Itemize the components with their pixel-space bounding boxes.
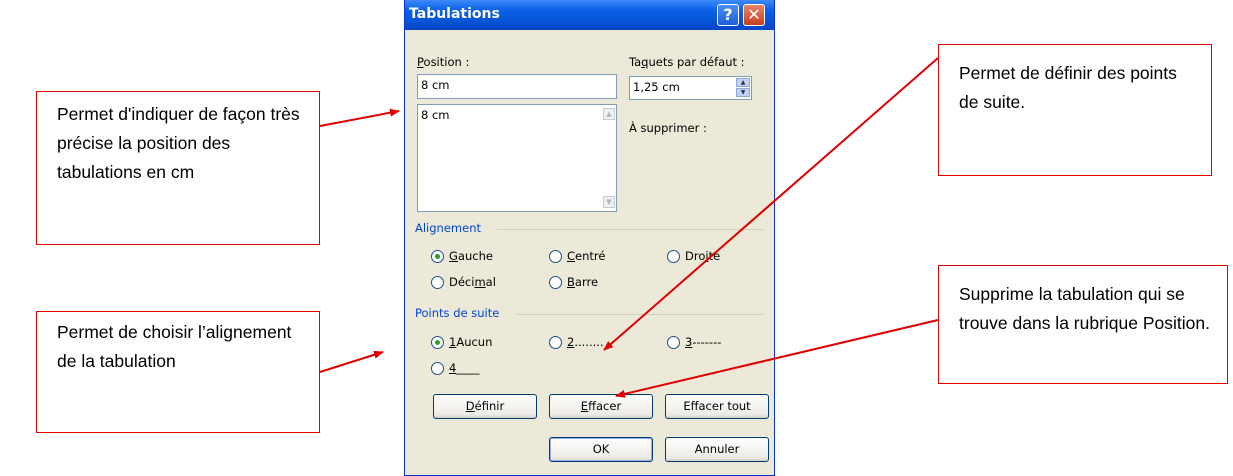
callout-clear-help: Supprime la tabulation qui se trouve dan… (938, 265, 1228, 384)
radio-leader-underline[interactable]: 4 ____ (431, 361, 479, 375)
spin-up-icon[interactable]: ▲ (736, 78, 750, 87)
title-bar[interactable]: Tabulations ? ✕ (405, 0, 774, 30)
arrow-to-position-field (319, 108, 400, 127)
cancel-button[interactable]: Annuler (665, 437, 769, 462)
position-label: Position : (417, 55, 470, 69)
callout-position-help: Permet d'indiquer de façon très précise … (36, 91, 320, 245)
arrow-to-alignment-group (319, 350, 384, 373)
group-divider (517, 314, 763, 315)
radio-align-decimal[interactable]: Déci m al (431, 275, 496, 289)
leader-group-title: Points de suite (415, 306, 500, 320)
tabulations-dialog: Tabulations ? ✕ Position : 8 cm 8 cm ▲ ▼… (404, 0, 775, 476)
alignment-group-title: Alignement (415, 221, 481, 235)
radio-align-left[interactable]: Gauche (431, 249, 493, 263)
group-divider (497, 229, 763, 230)
scroll-down-icon[interactable]: ▼ (603, 196, 615, 208)
spin-down-icon[interactable]: ▼ (736, 88, 750, 97)
default-stops-input[interactable]: 1,25 cm ▲ ▼ (629, 76, 752, 100)
radio-align-bar[interactable]: Barre (549, 275, 598, 289)
ok-button[interactable]: OK (549, 437, 653, 462)
radio-selected-icon (431, 249, 444, 263)
radio-leader-dots[interactable]: 2 ........ (549, 335, 604, 349)
callout-leader-help: Permet de définir des points de suite. (938, 44, 1212, 176)
default-stops-label: Taquets par défaut : (629, 55, 745, 69)
close-icon: ✕ (747, 5, 761, 24)
radio-align-right[interactable]: Dro i te (667, 249, 720, 263)
radio-selected-icon (431, 335, 444, 349)
scroll-up-icon[interactable]: ▲ (603, 108, 615, 120)
list-item[interactable]: 8 cm (421, 108, 450, 122)
close-button[interactable]: ✕ (743, 4, 765, 26)
to-clear-label: À supprimer : (629, 121, 707, 135)
position-list[interactable]: 8 cm ▲ ▼ (417, 104, 617, 212)
help-icon: ? (723, 5, 733, 24)
radio-leader-dashes[interactable]: 3 ------- (667, 335, 721, 349)
radio-leader-none[interactable]: 1 Aucun (431, 335, 492, 349)
help-button[interactable]: ? (717, 4, 739, 26)
set-button[interactable]: Définir (433, 394, 537, 419)
radio-icon (667, 335, 680, 349)
position-input[interactable]: 8 cm (417, 74, 617, 99)
radio-icon (549, 275, 562, 289)
clear-all-button[interactable]: Effacer tout (665, 394, 769, 419)
radio-icon (431, 275, 444, 289)
radio-align-center[interactable]: Centré (549, 249, 605, 263)
radio-icon (549, 335, 562, 349)
callout-alignment-help: Permet de choisir l’alignement de la tab… (36, 311, 320, 433)
radio-icon (431, 361, 444, 375)
radio-icon (667, 249, 680, 263)
radio-icon (549, 249, 562, 263)
clear-button[interactable]: Effacer (549, 394, 653, 419)
dialog-title: Tabulations (409, 6, 500, 22)
